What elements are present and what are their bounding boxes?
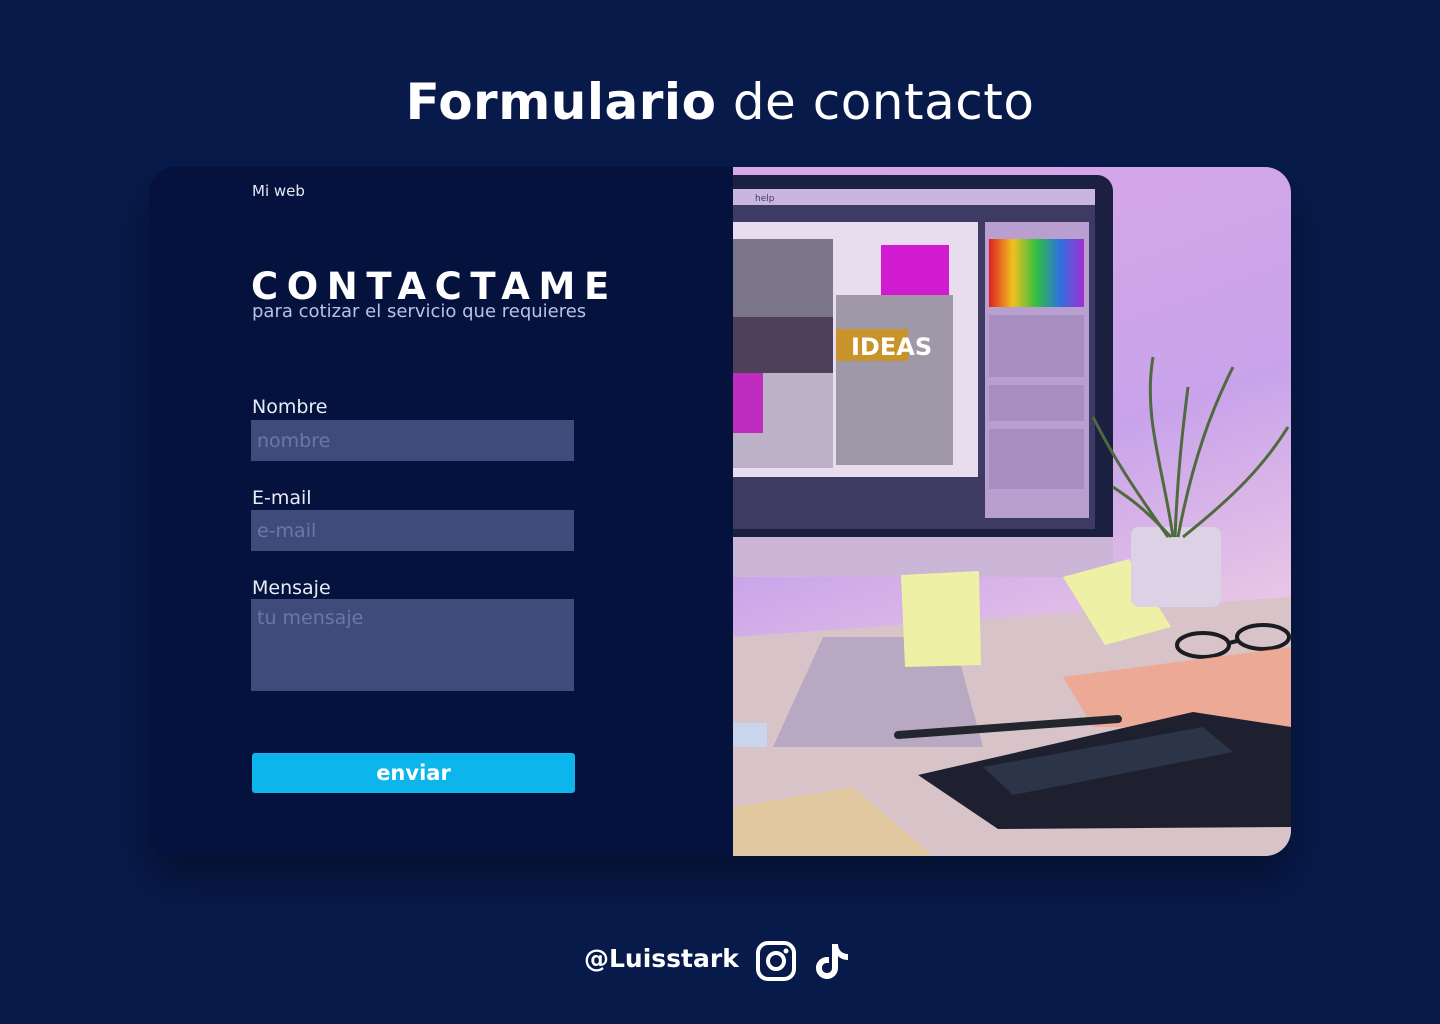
- menu-bar: [733, 189, 1095, 205]
- objects-list: [989, 315, 1084, 377]
- send-button[interactable]: enviar: [252, 753, 575, 793]
- plant-pot: [1131, 527, 1221, 607]
- brand-link[interactable]: Mi web: [252, 182, 305, 200]
- instagram-icon[interactable]: [755, 940, 797, 982]
- artboard-photo-4: [836, 295, 953, 465]
- keyboard-edge: [733, 723, 767, 747]
- message-label: Mensaje: [252, 577, 331, 599]
- email-label: E-mail: [252, 487, 312, 509]
- name-label: Nombre: [252, 396, 328, 418]
- monitor-chin: [733, 537, 1113, 577]
- artboard-magenta-block: [733, 373, 763, 433]
- ideas-text: IDEAS: [851, 333, 932, 361]
- social-handle[interactable]: @Luisstark: [584, 944, 739, 973]
- properties-panel: [989, 429, 1084, 489]
- page-title: Formulario de contacto: [0, 70, 1440, 134]
- message-textarea[interactable]: [251, 599, 574, 691]
- tiktok-icon[interactable]: [810, 940, 852, 982]
- contact-card: Mi web CONTACTAME para cotizar el servic…: [149, 167, 1291, 856]
- workspace-illustration: help IDEAS: [733, 175, 1291, 856]
- artboard-photo-2: [733, 317, 833, 375]
- artboard-magenta-rect: [881, 245, 949, 295]
- page-title-light: de contacto: [716, 73, 1035, 131]
- workspace-photo: help IDEAS: [733, 167, 1291, 856]
- plant-leaves: [1091, 356, 1290, 539]
- contact-subheading: para cotizar el servicio que requieres: [252, 301, 587, 322]
- page-title-bold: Formulario: [405, 73, 717, 131]
- email-input[interactable]: [251, 510, 574, 551]
- form-panel: Mi web CONTACTAME para cotizar el servic…: [149, 167, 733, 856]
- color-spectrum: [989, 239, 1084, 307]
- text-panel: [989, 385, 1084, 421]
- sticky-note-left: [901, 571, 981, 667]
- name-input[interactable]: [251, 420, 574, 461]
- artboard-photo-1: [733, 239, 833, 319]
- menu-help: help: [755, 194, 775, 204]
